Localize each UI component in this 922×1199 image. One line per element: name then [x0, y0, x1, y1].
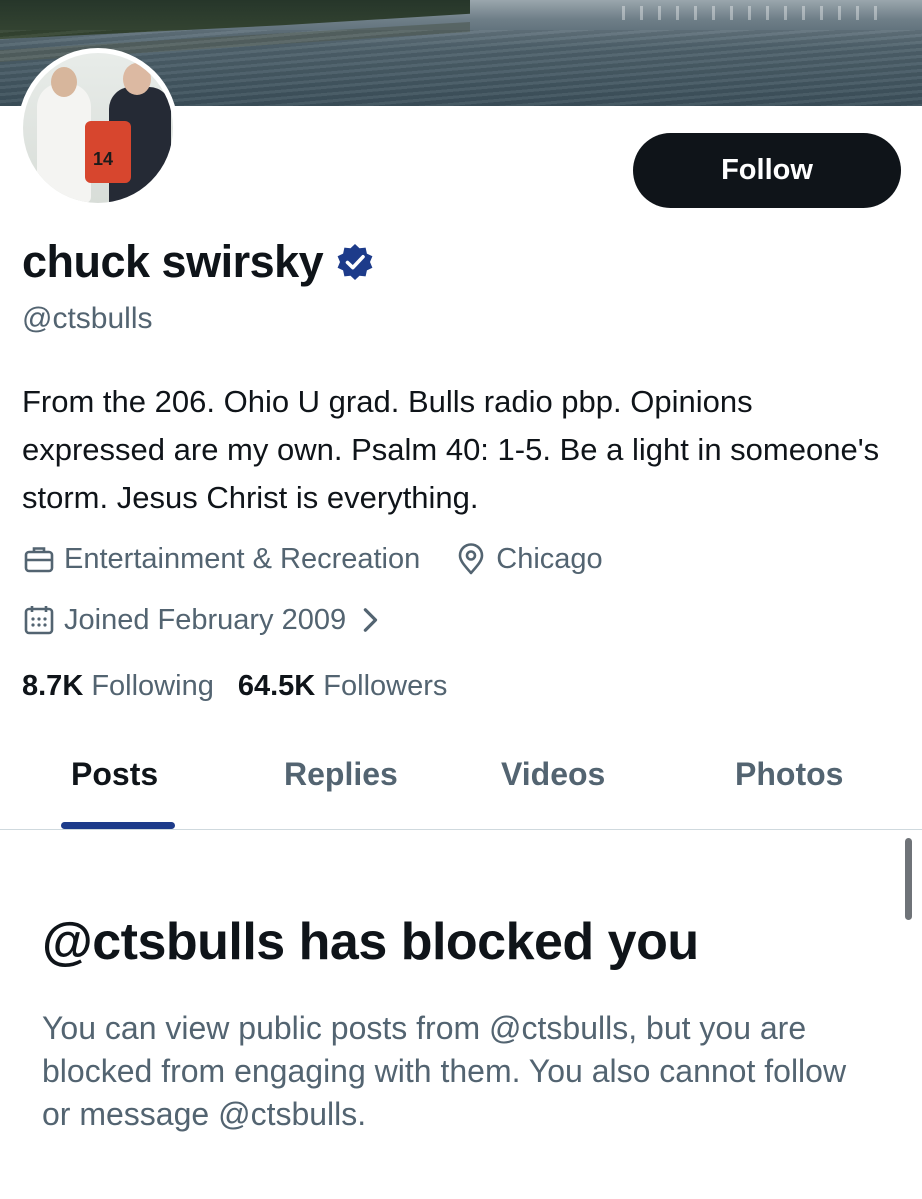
profile-joined[interactable]: Joined February 2009	[22, 603, 396, 637]
avatar-person-left	[37, 83, 91, 203]
following-count: 8.7K	[22, 670, 84, 702]
calendar-icon	[24, 606, 54, 635]
profile-bio: From the 206. Ohio U grad. Bulls radio p…	[22, 384, 880, 515]
name-row: chuck swirsky	[22, 236, 375, 288]
active-tab-indicator	[61, 822, 175, 829]
profile-joined-row[interactable]: Joined February 2009	[22, 603, 430, 637]
location-label: Chicago	[496, 542, 603, 575]
profile-meta-row: Entertainment & Recreation Chicago	[22, 542, 637, 576]
profile-tabs: Posts Replies Videos Photos	[0, 740, 922, 830]
location-pin-icon	[458, 543, 484, 575]
blocked-title: @ctsbulls has blocked you	[42, 913, 699, 971]
following-stat[interactable]: 8.7K Following	[22, 670, 214, 703]
avatar-head-right	[123, 63, 151, 95]
tab-photos[interactable]: Photos	[735, 756, 843, 793]
follow-button[interactable]: Follow	[633, 133, 901, 208]
verified-badge-icon[interactable]	[335, 242, 375, 282]
followers-label: Followers	[323, 670, 448, 702]
profile-handle: @ctsbulls	[22, 302, 153, 335]
followers-count: 64.5K	[237, 670, 316, 702]
blocked-message: You can view public posts from @ctsbulls…	[42, 1010, 847, 1132]
banner-boats	[622, 6, 882, 20]
briefcase-icon	[24, 547, 54, 573]
avatar-photo: 14	[23, 53, 173, 203]
profile-location: Chicago	[454, 542, 603, 576]
following-label: Following	[91, 670, 214, 702]
category-label: Entertainment & Recreation	[64, 542, 421, 575]
scrollbar[interactable]	[905, 838, 912, 920]
avatar-jersey-number: 14	[93, 149, 114, 169]
avatar[interactable]: 14	[18, 48, 178, 208]
chevron-right-icon	[363, 608, 378, 632]
tab-videos[interactable]: Videos	[501, 756, 605, 793]
profile-stats: 8.7K Following 64.5K Followers	[22, 670, 471, 703]
tab-replies[interactable]: Replies	[284, 756, 398, 793]
followers-stat[interactable]: 64.5K Followers	[238, 670, 448, 703]
tab-posts[interactable]: Posts	[71, 756, 158, 793]
joined-label: Joined February 2009	[64, 603, 347, 636]
display-name: chuck swirsky	[22, 236, 324, 287]
profile-category: Entertainment & Recreation	[22, 542, 420, 576]
avatar-head-left	[51, 67, 77, 97]
